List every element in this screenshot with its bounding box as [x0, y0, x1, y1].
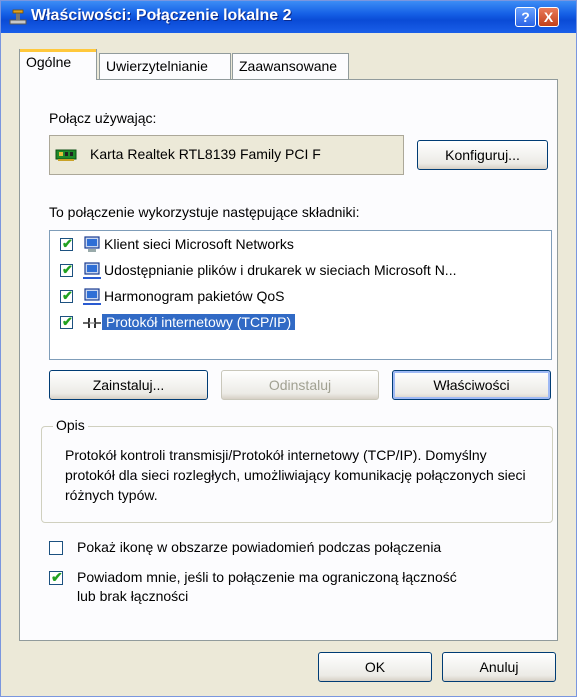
checkbox-tcpip[interactable]: ✔ [60, 314, 73, 329]
components-list[interactable]: ✔ Klient sieci Microsoft Networks ✔ Udos… [49, 230, 552, 360]
network-client-icon [84, 236, 100, 252]
description-legend: Opis [53, 417, 88, 433]
checkbox-qos[interactable]: ✔ [60, 288, 73, 303]
qos-scheduler-icon [83, 288, 101, 305]
list-item-tcpip[interactable]: ✔ Protokół internetowy (TCP/IP) [56, 311, 546, 335]
list-item-label: Klient sieci Microsoft Networks [104, 236, 294, 252]
list-item-label: Harmonogram pakietów QoS [104, 288, 285, 304]
active-tab-indicator [20, 49, 96, 52]
ok-button[interactable]: OK [318, 652, 432, 682]
notify-label-line2[interactable]: lub brak łączności [77, 588, 188, 604]
configure-button[interactable]: Konfiguruj... [417, 140, 548, 170]
notify-checkbox[interactable]: ✔ [49, 569, 63, 585]
network-connection-icon [9, 9, 27, 25]
tab-general-label: Ogólne [26, 54, 72, 70]
description-text: Protokół kontroli transmisji/Protokół in… [65, 447, 526, 503]
checkbox-ms-client[interactable]: ✔ [60, 236, 73, 251]
help-button[interactable]: ? [515, 7, 536, 27]
uninstall-button[interactable]: Odinstaluj [221, 370, 379, 400]
list-item-qos[interactable]: ✔ Harmonogram pakietów QoS [56, 285, 546, 309]
list-item-label: Protokół internetowy (TCP/IP) [102, 314, 296, 330]
cancel-button[interactable]: Anuluj [442, 652, 556, 682]
components-label: To połączenie wykorzystuje następujące s… [49, 204, 360, 220]
title-bar[interactable]: Właściwości: Połączenie lokalne 2 ? X [1, 1, 576, 33]
close-button[interactable]: X [538, 7, 559, 27]
list-item-label: Udostępnianie plików i drukarek w siecia… [104, 262, 457, 278]
adapter-name: Karta Realtek RTL8139 Family PCI F [90, 146, 321, 162]
list-item-ms-client[interactable]: ✔ Klient sieci Microsoft Networks [56, 233, 546, 257]
checkbox-file-sharing[interactable]: ✔ [60, 262, 73, 277]
window-title: Właściwości: Połączenie lokalne 2 [31, 7, 292, 24]
connect-using-label: Połącz używając: [49, 110, 157, 126]
properties-button[interactable]: Właściwości [392, 370, 551, 400]
list-item-file-sharing[interactable]: ✔ Udostępnianie plików i drukarek w siec… [56, 259, 546, 283]
notify-label-line1[interactable]: Powiadom mnie, jeśli to połączenie ma og… [77, 569, 457, 585]
tab-general[interactable]: Ogólne [19, 49, 97, 80]
properties-dialog: Właściwości: Połączenie lokalne 2 ? X Og… [0, 0, 577, 697]
adapter-field: Karta Realtek RTL8139 Family PCI F [49, 135, 404, 175]
protocol-icon [83, 318, 101, 328]
file-printer-sharing-icon [83, 262, 101, 279]
tab-advanced-label: Zaawansowane [239, 58, 338, 74]
tab-authentication[interactable]: Uwierzytelnianie [99, 53, 231, 79]
show-icon-checkbox[interactable] [49, 541, 63, 555]
install-button[interactable]: Zainstaluj... [49, 370, 208, 400]
network-card-icon [55, 149, 77, 161]
tab-authentication-label: Uwierzytelnianie [106, 58, 208, 74]
tab-advanced[interactable]: Zaawansowane [232, 53, 349, 79]
show-icon-label[interactable]: Pokaż ikonę w obszarze powiadomień podcz… [77, 539, 441, 555]
